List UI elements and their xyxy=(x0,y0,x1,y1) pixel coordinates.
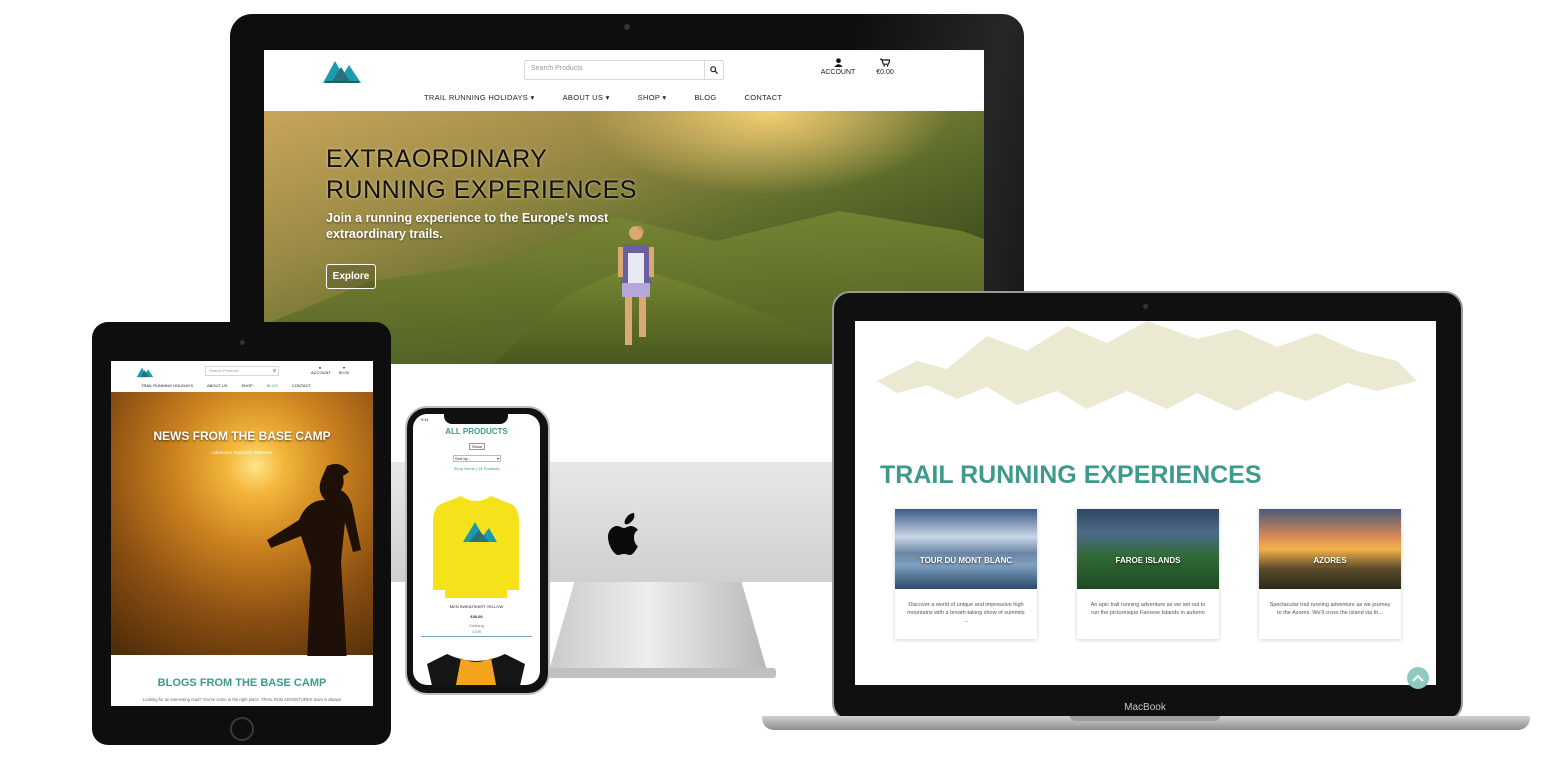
caret-down-icon: ▾ xyxy=(530,93,535,102)
section-title: BLOGS FROM THE BASE CAMP xyxy=(157,677,327,689)
main-nav: TRAIL RUNNING HOLIDAYS ▾ ABOUT US ▾ SHOP… xyxy=(424,93,782,102)
cart-link[interactable]: ▾ €0.00 xyxy=(337,365,351,375)
nav-item-contact[interactable]: CONTACT xyxy=(745,93,783,102)
card-text: Discover a world of unique and impressiv… xyxy=(907,602,1025,624)
search-placeholder: Search Products xyxy=(209,368,239,373)
section-title: TRAIL RUNNING EXPERIENCES xyxy=(880,461,1262,489)
chevron-up-icon xyxy=(1412,674,1424,682)
nav-item-blog[interactable]: BLOG xyxy=(267,383,278,388)
ipad-camera xyxy=(240,340,245,345)
tablet-nav: TRAIL RUNNING HOLIDAYS ABOUT US SHOP BLO… xyxy=(141,383,311,388)
macbook-label: MacBook xyxy=(1124,702,1166,713)
nav-item-trail-running-holidays[interactable]: TRAIL RUNNING HOLIDAYS ▾ xyxy=(424,93,535,102)
imac-foot xyxy=(540,668,776,678)
phone-site: 9:41 ALL PRODUCTS Show Sort by... ▾ Shop … xyxy=(413,414,540,685)
imac-stand xyxy=(548,582,768,674)
cart-total: €0.00 xyxy=(876,69,894,76)
scroll-top-button[interactable] xyxy=(1407,667,1429,689)
mountain-watermark xyxy=(877,321,1417,411)
filter-button[interactable]: Show xyxy=(469,443,486,450)
macbook-notch xyxy=(1070,716,1220,721)
nav-item-about-us[interactable]: ABOUT US xyxy=(207,383,227,388)
product-image[interactable] xyxy=(427,650,525,685)
divider xyxy=(421,636,532,637)
section-text: Looking for an interesting read? You've … xyxy=(142,697,342,702)
card-text: Spectacular trail running adventure as w… xyxy=(1269,602,1391,616)
explore-button[interactable]: Explore xyxy=(326,264,376,289)
tablet-site: Search Products ⚲ ● ACCOUNT ▾ €0.00 TRAI… xyxy=(111,361,373,706)
runner-silhouette xyxy=(267,464,361,656)
search-icon xyxy=(710,66,718,74)
search-placeholder: Search Products xyxy=(531,65,583,72)
card-text: An epic trail running adventure as we se… xyxy=(1090,602,1206,616)
experience-card[interactable]: TOUR DU MONT BLANC Discover a world of u… xyxy=(895,509,1037,639)
card-title: AZORES xyxy=(1313,556,1347,565)
breadcrumb[interactable]: Shop Home | 14 Products xyxy=(413,466,540,471)
search-icon[interactable]: ⚲ xyxy=(273,368,276,373)
ipad-home-button xyxy=(230,717,254,741)
status-time: 9:41 xyxy=(421,417,429,422)
account-label: ACCOUNT xyxy=(311,370,331,375)
caret-down-icon: ▾ xyxy=(605,93,610,102)
cart-link[interactable]: €0.00 xyxy=(870,58,900,76)
product-image[interactable] xyxy=(433,492,519,600)
card-image xyxy=(1077,509,1219,589)
hero-title: EXTRAORDINARY RUNNING EXPERIENCES xyxy=(326,145,637,204)
nav-item-shop[interactable]: SHOP xyxy=(241,383,252,388)
cart-icon xyxy=(880,58,891,67)
account-link[interactable]: ACCOUNT xyxy=(820,58,856,76)
nav-item-shop[interactable]: SHOP ▾ xyxy=(638,93,667,102)
product-category[interactable]: Clothing xyxy=(413,623,540,628)
account-link[interactable]: ● ACCOUNT xyxy=(311,365,331,375)
card-image xyxy=(1259,509,1401,589)
runner-figure xyxy=(618,225,654,345)
caret-down-icon: ▾ xyxy=(662,93,667,102)
card-title: TOUR DU MONT BLANC xyxy=(919,556,1013,565)
imac-camera xyxy=(624,24,630,30)
chevron-down-icon: ▾ xyxy=(496,456,499,461)
tablet-header: Search Products ⚲ ● ACCOUNT ▾ €0.00 TRAI… xyxy=(111,361,373,392)
nav-item-about-us[interactable]: ABOUT US ▾ xyxy=(563,93,610,102)
laptop-site: TRAIL RUNNING EXPERIENCES TOUR DU MONT B… xyxy=(855,321,1436,685)
hero-title: NEWS FROM THE BASE CAMP xyxy=(153,429,331,443)
product-price: €40.00 xyxy=(470,614,483,619)
user-icon xyxy=(833,58,843,67)
nav-item-trail-running-holidays[interactable]: TRAIL RUNNING HOLIDAYS xyxy=(141,383,193,388)
page-title: ALL PRODUCTS xyxy=(445,427,508,436)
search-button[interactable] xyxy=(704,61,723,79)
site-logo[interactable] xyxy=(321,55,363,85)
apple-logo-icon xyxy=(608,513,638,555)
search-input[interactable]: Search Products ⚲ xyxy=(205,366,279,376)
nav-item-blog[interactable]: BLOG xyxy=(694,93,716,102)
site-logo[interactable] xyxy=(135,365,155,378)
account-label: ACCOUNT xyxy=(820,69,856,76)
search-input[interactable]: Search Products xyxy=(524,60,724,80)
nav-item-contact[interactable]: CONTACT xyxy=(292,383,311,388)
desktop-header: Search Products ACCOUNT €0.00 TRAIL RUNN… xyxy=(264,50,984,110)
hero-subtitle: Join a running experience to the Europe'… xyxy=(326,211,609,241)
macbook-camera xyxy=(1143,304,1148,309)
tablet-hero: NEWS FROM THE BASE CAMP Adventure Enquir… xyxy=(111,392,373,656)
cart-total: €0.00 xyxy=(338,370,349,375)
card-image xyxy=(895,509,1037,589)
hero-subtitle: Adventure Enquiries Welcome xyxy=(211,450,273,455)
product-rating: 4.5/5 xyxy=(472,629,481,634)
iphone-notch xyxy=(444,412,508,424)
experience-card[interactable]: AZORES Spectacular trail running adventu… xyxy=(1259,509,1401,639)
experience-card[interactable]: FAROE ISLANDS An epic trail running adve… xyxy=(1077,509,1219,639)
card-title: FAROE ISLANDS xyxy=(1115,556,1181,565)
sort-select[interactable]: Sort by... ▾ xyxy=(453,455,501,462)
product-name[interactable]: MEN SWEATSHIRT YELLOW xyxy=(413,604,540,609)
